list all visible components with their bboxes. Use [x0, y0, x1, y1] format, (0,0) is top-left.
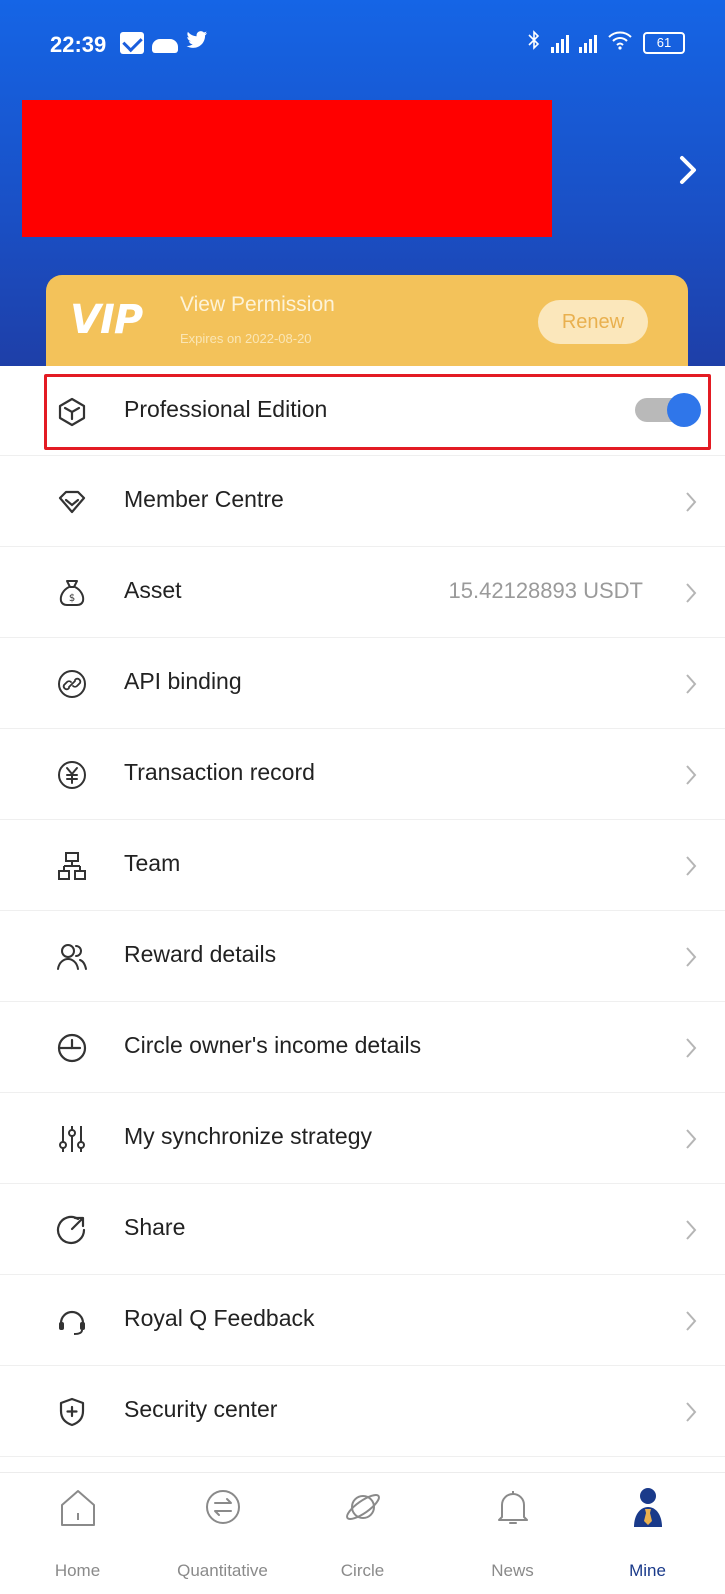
tab-home[interactable]: Home	[5, 1473, 150, 1594]
menu-item-transaction-record[interactable]: Transaction record	[0, 729, 725, 820]
chevron-right-icon	[684, 489, 698, 515]
chevron-right-icon	[684, 1217, 698, 1243]
menu-item-label: Royal Q Feedback	[124, 1305, 315, 1331]
battery-icon: 61	[643, 31, 685, 54]
vip-card[interactable]: VIP View Permission Expires on 2022-08-2…	[46, 275, 688, 366]
menu-item-label: Professional Edition	[124, 396, 328, 422]
menu-item-label: Member Centre	[124, 486, 284, 512]
menu-item-circle-owner-income[interactable]: Circle owner's income details	[0, 1002, 725, 1093]
menu-item-asset[interactable]: $ Asset 15.42128893 USDT	[0, 547, 725, 638]
menu-item-label: Share	[124, 1214, 186, 1240]
mail-icon	[120, 31, 144, 54]
menu-item-label: Security center	[124, 1396, 278, 1422]
wifi-icon	[607, 30, 633, 55]
person-icon	[628, 1485, 668, 1529]
professional-edition-toggle[interactable]	[633, 393, 701, 427]
twitter-icon	[186, 30, 208, 55]
menu-item-label: API binding	[124, 668, 242, 694]
bluetooth-icon	[527, 30, 541, 55]
money-bag-icon: $	[56, 577, 88, 609]
profile-header: 22:39 61 VIP View Permission Expires on …	[0, 0, 725, 366]
planet-icon	[343, 1485, 383, 1529]
shield-plus-icon	[56, 1396, 88, 1428]
chevron-right-icon	[684, 1126, 698, 1152]
sliders-icon	[56, 1123, 88, 1155]
tab-news[interactable]: News	[440, 1473, 585, 1594]
profile-chevron-icon[interactable]	[674, 150, 702, 190]
cube-icon	[56, 396, 88, 428]
users-icon	[56, 941, 88, 973]
bottom-tab-bar: Home Quantitative Circle News Mine	[0, 1472, 725, 1594]
diamond-icon	[56, 486, 88, 518]
menu-item-label: My synchronize strategy	[124, 1123, 372, 1149]
asset-balance: 15.42128893 USDT	[448, 578, 643, 603]
home-icon	[58, 1485, 98, 1529]
vip-title: View Permission	[180, 293, 335, 316]
chevron-right-icon	[684, 580, 698, 606]
tab-mine[interactable]: Mine	[575, 1473, 720, 1594]
cloud-icon	[152, 38, 178, 53]
bell-icon	[493, 1485, 533, 1529]
menu-item-label: Team	[124, 850, 181, 876]
chevron-right-icon	[684, 1035, 698, 1061]
menu-item-royal-q-feedback[interactable]: Royal Q Feedback	[0, 1275, 725, 1366]
menu-item-reward-details[interactable]: Reward details	[0, 911, 725, 1002]
vip-logo: VIP	[70, 297, 143, 343]
menu-item-label: Asset	[124, 577, 182, 603]
menu-item-professional-edition[interactable]: Professional Edition	[0, 366, 725, 456]
tab-label: Mine	[629, 1561, 666, 1580]
renew-button[interactable]: Renew	[538, 300, 648, 344]
chevron-right-icon	[684, 853, 698, 879]
headset-icon	[56, 1305, 88, 1337]
tab-quantitative[interactable]: Quantitative	[150, 1473, 295, 1594]
yen-circle-icon	[56, 759, 88, 791]
menu-item-label: Reward details	[124, 941, 277, 967]
menu-item-share[interactable]: Share	[0, 1184, 725, 1275]
tab-circle[interactable]: Circle	[290, 1473, 435, 1594]
exchange-icon	[203, 1485, 243, 1529]
org-chart-icon	[56, 850, 88, 882]
chevron-right-icon	[684, 671, 698, 697]
menu-item-api-binding[interactable]: API binding	[0, 638, 725, 729]
menu-item-label: Transaction record	[124, 759, 315, 785]
vip-expiry: Expires on 2022-08-20	[180, 331, 312, 346]
svg-text:$: $	[69, 593, 75, 604]
tab-label: Circle	[340, 1561, 385, 1580]
menu-item-member-centre[interactable]: Member Centre	[0, 456, 725, 547]
chevron-right-icon	[684, 944, 698, 970]
redacted-profile-info	[22, 100, 552, 237]
chevron-right-icon	[684, 762, 698, 788]
chevron-right-icon	[684, 1308, 698, 1334]
share-icon	[56, 1214, 88, 1246]
menu-item-synchronize-strategy[interactable]: My synchronize strategy	[0, 1093, 725, 1184]
menu-item-security-center[interactable]: Security center	[0, 1366, 725, 1457]
tab-label: Quantitative	[177, 1561, 268, 1580]
menu-list: Professional Edition Member Centre $ Ass…	[0, 366, 725, 1457]
clock-icon	[56, 1032, 88, 1064]
link-icon	[56, 668, 88, 700]
signal-icon	[551, 33, 569, 53]
chevron-right-icon	[684, 1399, 698, 1425]
tab-label: News	[491, 1561, 534, 1580]
status-time: 22:39	[50, 32, 107, 57]
status-bar: 22:39 61	[0, 0, 725, 88]
tab-label: Home	[54, 1561, 101, 1580]
system-icons: 61	[527, 30, 685, 55]
menu-item-team[interactable]: Team	[0, 820, 725, 911]
menu-item-label: Circle owner's income details	[124, 1032, 422, 1058]
signal-icon	[579, 33, 597, 53]
notification-icons	[120, 30, 208, 55]
